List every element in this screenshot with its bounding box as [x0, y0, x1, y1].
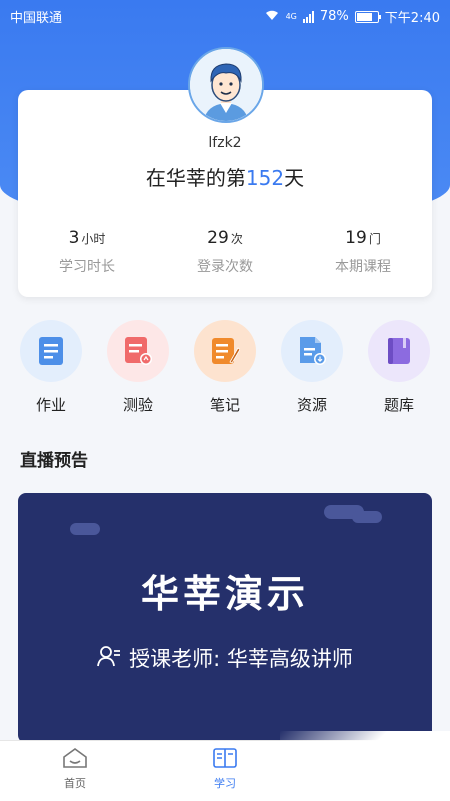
shortcut-label: 测验	[122, 396, 153, 414]
tab-label: 学习	[214, 777, 236, 790]
cloud-decoration	[352, 511, 382, 523]
stat-value: 29	[207, 228, 229, 248]
stat-study-time: 3 小时 学习时长	[18, 228, 156, 276]
notes-icon	[194, 320, 256, 382]
live-teacher: 授课老师: 华莘高级讲师	[18, 643, 432, 673]
quiz-icon	[107, 320, 169, 382]
section-title-live-preview: 直播预告	[20, 451, 88, 471]
username: lfzk2	[208, 135, 242, 151]
shortcut-notes[interactable]: 笔记	[192, 320, 258, 415]
days-prefix: 在华莘的第	[145, 166, 246, 190]
tab-study[interactable]: 学习	[150, 741, 300, 801]
stat-unit: 门	[368, 232, 381, 246]
battery-fill	[356, 12, 373, 21]
battery-icon	[354, 10, 381, 23]
shortcut-question-bank[interactable]: 题库	[366, 320, 432, 415]
resources-icon	[281, 320, 343, 382]
question-bank-icon	[368, 320, 430, 382]
teacher-icon	[97, 645, 121, 672]
stat-label: 登录次数	[197, 259, 253, 275]
teacher-text: 授课老师: 华莘高级讲师	[129, 647, 353, 671]
carrier-name: 中国联通	[10, 11, 63, 26]
cloud-decoration	[70, 523, 100, 535]
stat-label: 本期课程	[335, 259, 391, 275]
stats-row: 3 小时 学习时长 29 次 登录次数 19 门 本期课程	[18, 228, 432, 276]
home-icon	[62, 748, 88, 773]
network-type-label: 4G	[285, 12, 297, 21]
live-preview-card[interactable]: 华莘演示 授课老师: 华莘高级讲师	[18, 493, 432, 743]
battery-percent: 78%	[319, 9, 349, 24]
tab-label: 首页	[64, 777, 86, 790]
wifi-icon	[264, 9, 280, 25]
shortcut-resources[interactable]: 资源	[279, 320, 345, 415]
stat-value: 19	[345, 228, 367, 248]
bottom-tab-bar: 首页 学习	[0, 731, 450, 801]
shortcut-label: 作业	[35, 396, 66, 414]
stat-value: 3	[68, 228, 80, 248]
days-on-platform: 在华莘的第152天	[18, 162, 432, 191]
shortcut-label: 题库	[383, 396, 414, 414]
stat-login-count: 29 次 登录次数	[156, 228, 294, 276]
shortcut-label: 笔记	[209, 396, 240, 414]
study-icon	[212, 748, 238, 773]
stat-unit: 次	[230, 232, 243, 246]
stat-courses: 19 门 本期课程	[294, 228, 432, 276]
tab-home[interactable]: 首页	[0, 741, 150, 801]
stat-unit: 小时	[81, 232, 106, 246]
live-title: 华莘演示	[140, 572, 309, 616]
shortcut-grid: 作业 测验 笔记 资源 题库	[18, 320, 432, 415]
homework-icon	[20, 320, 82, 382]
days-number: 152	[245, 166, 285, 190]
signal-icon	[302, 10, 314, 23]
stat-label: 学习时长	[59, 259, 115, 275]
status-bar: 中国联通 4G 78% 下午2:40	[0, 0, 450, 30]
clock: 下午2:40	[384, 11, 440, 26]
corner-fade-overlay	[280, 731, 450, 801]
days-suffix: 天	[284, 166, 305, 190]
shortcut-homework[interactable]: 作业	[18, 320, 84, 415]
shortcut-quiz[interactable]: 测验	[105, 320, 171, 415]
shortcut-label: 资源	[296, 396, 327, 414]
avatar[interactable]	[188, 47, 264, 123]
